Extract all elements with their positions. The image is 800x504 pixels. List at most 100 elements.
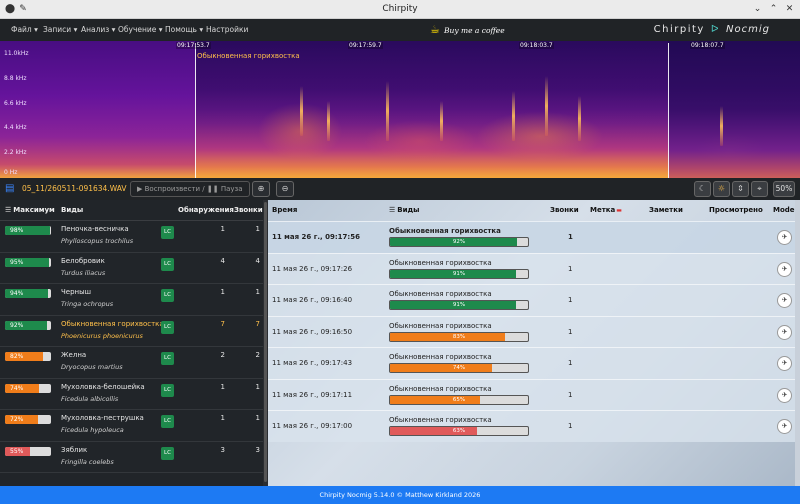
summary-row[interactable]: 95% Белобровик Turdus iliacus LC 4 4 (0, 253, 263, 284)
column-calls[interactable]: Звонки (550, 200, 579, 221)
detection-calls: 1 (568, 422, 573, 430)
menu-records[interactable]: Записи ▾ (43, 19, 77, 41)
bird-model-icon[interactable]: ✈ (777, 261, 792, 277)
result-row[interactable]: 11 мая 26 г., 09:17:26 Обыкновенная горих… (268, 252, 795, 284)
play-label: Воспроизвести / (144, 185, 205, 193)
result-row[interactable]: 11 мая 26 г., 09:16:40 Обыкновенная горих… (268, 284, 795, 316)
bird-model-icon[interactable]: ✈ (777, 387, 792, 403)
menu-file[interactable]: Файл ▾ (11, 19, 38, 41)
bird-model-icon[interactable]: ✈ (777, 356, 792, 371)
zoom-out-button[interactable]: ⊖ (276, 181, 294, 197)
max-confidence-bar: 92% (5, 320, 51, 330)
result-row[interactable]: 11 мая 26 г., 09:17:56 Обыкновенная горих… (268, 221, 795, 253)
detection-species: Обыкновенная горихвостка (389, 227, 501, 235)
region-end-marker[interactable] (668, 43, 669, 178)
bird-model-icon[interactable]: ✈ (777, 293, 792, 308)
menu-training[interactable]: Обучение ▾ (118, 19, 163, 41)
menu-analysis[interactable]: Анализ ▾ (81, 19, 115, 41)
results-panel: Время ☰ Виды Звонки Метка▬ Заметки Просмо… (268, 200, 800, 486)
detections-count: 3 (220, 445, 225, 454)
max-confidence-label: 72% (10, 416, 24, 423)
column-label[interactable]: Метка▬ (590, 200, 622, 221)
species-common-name: Черныш (61, 288, 92, 296)
detections-count: 2 (220, 351, 225, 359)
detections-count: 7 (220, 319, 225, 328)
detection-species: Обыкновенная горихвостка (389, 353, 492, 361)
detection-time: 11 мая 26 г., 09:17:43 (272, 359, 353, 367)
summary-row[interactable]: 98% Пеночка-весничка Phylloscopus trochilu… (0, 221, 263, 253)
column-max[interactable]: ☰ Максимум (5, 200, 55, 221)
summary-row[interactable]: 94% Черныш Tringa ochropus LC 1 1 (0, 284, 263, 316)
column-model[interactable]: Model (773, 200, 797, 221)
max-confidence-label: 82% (10, 353, 24, 360)
result-row[interactable]: 11 мая 26 г., 09:16:50 Обыкновенная горих… (268, 315, 795, 347)
species-common-name: Мухоловка-белошейка (61, 382, 145, 391)
title-bar: ⬤ ✎ Chirpity ⌄ ⌃ ✕ (0, 0, 800, 19)
detection-calls: 1 (568, 359, 573, 367)
species-latin-name: Phylloscopus trochilus (61, 237, 134, 245)
calls-count: 2 (255, 351, 260, 359)
detection-species: Обыкновенная горихвостка (389, 321, 492, 330)
current-file-name[interactable]: 05_11/260511-091634.WAV (22, 178, 127, 200)
summary-row[interactable]: 82% Желна Dryocopus martius LC 2 2 (0, 347, 263, 379)
nocmig-mode-button[interactable]: ☾ (694, 181, 711, 197)
menu-help[interactable]: Помощь ▾ (165, 19, 203, 41)
zoom-percent-display[interactable]: 50% (773, 181, 795, 197)
region-start-marker[interactable] (195, 43, 196, 178)
close-icon[interactable]: ✕ (783, 3, 796, 16)
summary-scrollbar-thumb[interactable] (264, 202, 267, 482)
calls-count: 7 (255, 319, 260, 328)
column-species[interactable]: Виды (61, 200, 83, 221)
species-latin-name: Fringilla coelebs (61, 457, 114, 466)
column-reviewed[interactable]: Просмотрено (709, 200, 763, 221)
calls-count: 1 (255, 414, 260, 422)
result-row[interactable]: 11 мая 26 г., 09:17:11 Обыкновенная горих… (268, 378, 795, 410)
detection-calls: 1 (568, 296, 573, 304)
menu-settings[interactable]: Настройки (206, 19, 248, 41)
column-calls[interactable]: Звонки (234, 200, 263, 221)
spectrogram-selected-region[interactable] (195, 41, 668, 178)
zoom-in-button[interactable]: ⊕ (252, 181, 270, 197)
species-common-name: Белобровик (61, 256, 105, 265)
detection-time: 11 мая 26 г., 09:16:50 (272, 327, 353, 336)
calls-count: 3 (255, 445, 260, 454)
frequency-range-button[interactable]: ⇕ (732, 181, 749, 197)
player-toolbar: ▤ 05_11/260511-091634.WAV ▶ Воспроизвест… (0, 178, 800, 200)
play-pause-button[interactable]: ▶ Воспроизвести / ❚❚ Пауза (130, 181, 250, 197)
max-confidence-label: 74% (10, 384, 24, 392)
zoom-in-icon: ⊕ (257, 184, 265, 193)
spectrogram-call (440, 101, 443, 141)
results-scrollbar[interactable] (795, 200, 800, 486)
column-notes[interactable]: Заметки (649, 200, 683, 221)
max-confidence-label: 98% (10, 227, 24, 234)
minimize-icon[interactable]: ⌄ (751, 3, 764, 16)
map-pin-icon: ⌖ (757, 184, 762, 193)
summary-row[interactable]: 72% Мухоловка-пеструшка Ficedula hypoleuca… (0, 410, 263, 442)
spectrogram-call (386, 81, 389, 141)
bird-model-icon[interactable]: ✈ (777, 324, 792, 340)
result-row[interactable]: 11 мая 26 г., 09:17:43 Обыкновенная горих… (268, 347, 795, 379)
summary-row[interactable]: 55% Зяблик Fringilla coelebs LC 3 3 (0, 442, 263, 473)
detection-time: 11 мая 26 г., 09:17:00 (272, 422, 353, 430)
results-header: Время ☰ Виды Звонки Метка▬ Заметки Просмо… (268, 200, 800, 221)
summary-header: ☰ Максимум Виды Обнаружения Звонки (0, 200, 263, 221)
result-row[interactable]: 11 мая 26 г., 09:17:00 Обыкновенная горих… (268, 410, 795, 442)
summary-row[interactable]: 74% Мухоловка-белошейка Ficedula albicolli… (0, 379, 263, 410)
file-audio-icon[interactable]: ▤ (5, 183, 14, 195)
column-detections[interactable]: Обнаружения (178, 200, 234, 221)
column-species[interactable]: ☰ Виды (389, 200, 420, 221)
bird-model-icon[interactable]: ✈ (777, 419, 792, 434)
summary-row[interactable]: 92% Обыкновенная горихвостка Phoenicurus p… (0, 316, 263, 347)
maximize-icon[interactable]: ⌃ (767, 3, 780, 16)
buy-me-a-coffee-link[interactable]: ☕ Buy me a coffee (430, 22, 505, 38)
spectrogram[interactable]: 09:17:53.7 09:17:59.7 09:18:03.7 09:18:0… (0, 41, 800, 178)
column-time[interactable]: Время (272, 200, 297, 221)
calls-count: 1 (255, 288, 260, 296)
bird-model-icon[interactable]: ✈ (777, 230, 792, 245)
max-confidence-bar: 74% (5, 383, 51, 393)
confidence-bar: 92% (389, 237, 529, 247)
filter-button[interactable]: ☼ (713, 181, 730, 197)
confidence-bar: 83% (389, 331, 529, 342)
location-button[interactable]: ⌖ (751, 181, 768, 197)
confidence-label: 92% (452, 239, 466, 245)
